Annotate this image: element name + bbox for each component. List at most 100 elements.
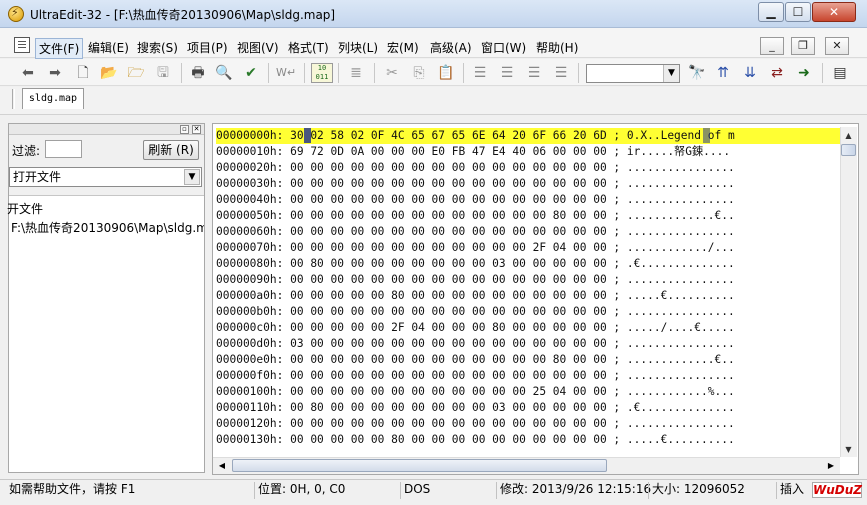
hex-row-bytes[interactable]: 00 00 00 00 00 00 00 00 00 00 00 00 00 0… [290,193,607,206]
vertical-scroll-thumb[interactable] [841,144,856,156]
horizontal-scroll-thumb[interactable] [232,459,607,472]
hex-row[interactable]: 00000060h: 00 00 00 00 00 00 00 00 00 00… [216,224,840,240]
hex-row-bytes[interactable]: 00 00 00 00 00 00 00 00 00 00 00 00 00 0… [290,225,607,238]
chevron-down-icon[interactable]: ▼ [663,65,679,82]
hex-row-ascii[interactable]: .€.............. [627,257,735,270]
refresh-button[interactable]: 刷新 (R) [143,140,199,160]
hex-row-bytes[interactable]: 03 00 00 00 00 00 00 00 00 00 00 00 00 0… [290,337,607,350]
list-icon[interactable]: ▤ [830,63,850,83]
hex-row-bytes[interactable]: 00 00 00 00 00 00 00 00 00 00 00 00 00 0… [290,305,607,318]
hex-row[interactable]: 00000100h: 00 00 00 00 00 00 00 00 00 00… [216,384,840,400]
back-icon[interactable]: ⬅ [18,63,38,83]
hex-row[interactable]: 00000110h: 00 80 00 00 00 00 00 00 00 00… [216,400,840,416]
print-icon[interactable]: 🖶 [188,63,208,83]
tab-bar-grip[interactable] [12,89,15,109]
mdi-restore-button[interactable]: ❐ [791,37,815,55]
hex-row-ascii[interactable]: ...../....€..... [627,321,735,334]
menu-view[interactable]: 视图(V) [234,38,282,57]
new-file-icon[interactable]: 🗋 [73,63,93,83]
scroll-up-icon[interactable]: ▲ [841,128,856,144]
chevron-down-icon[interactable]: ▼ [184,169,200,185]
menu-edit[interactable]: 编辑(E) [85,38,132,57]
forward-icon[interactable]: ➡ [45,63,65,83]
hex-row-ascii[interactable]: ................ [627,305,735,318]
pane-restore-icon[interactable]: ▫ [180,125,189,134]
find-next-down-icon[interactable]: ⇊ [740,63,760,83]
hex-row-bytes[interactable]: 00 00 00 00 00 2F 04 00 00 00 80 00 00 0… [290,321,607,334]
align-right-icon[interactable]: ☰ [524,63,544,83]
hex-row[interactable]: 00000080h: 00 80 00 00 00 00 00 00 00 00… [216,256,840,272]
hex-row-ascii[interactable]: ................ [627,273,735,286]
mdi-minimize-button[interactable]: _ [760,37,784,55]
find-icon[interactable]: 🔭 [687,63,707,83]
scroll-left-icon[interactable]: ◀ [214,458,230,473]
hex-row-ascii[interactable]: ................ [627,193,735,206]
menu-macro[interactable]: 宏(M) [384,38,422,57]
hex-row-bytes[interactable]: 00 00 00 00 00 80 00 00 00 00 00 00 00 0… [290,289,607,302]
find-combo-box[interactable]: ▼ [586,64,680,83]
word-wrap-icon[interactable]: W↵ [276,63,296,83]
hex-row-bytes[interactable]: 30 02 58 02 0F 4C 65 67 65 6E 64 20 6F 6… [290,129,607,142]
hex-row-bytes[interactable]: 00 00 00 00 00 00 00 00 00 00 00 00 00 0… [290,417,607,430]
hex-row-ascii[interactable]: .....€.......... [627,289,735,302]
vertical-scrollbar[interactable] [840,127,857,457]
hex-row-ascii[interactable]: ................ [627,369,735,382]
tab-sldg-map[interactable]: sldg.map [22,88,84,109]
pane-close-icon[interactable]: ✕ [192,125,201,134]
paste-icon[interactable]: 📋 [436,63,456,83]
hex-row-bytes[interactable]: 00 00 00 00 00 00 00 00 00 00 00 00 00 0… [290,161,607,174]
align-left-icon[interactable]: ☰ [470,63,490,83]
hex-row[interactable]: 00000030h: 00 00 00 00 00 00 00 00 00 00… [216,176,840,192]
print-preview-icon[interactable]: 🔍 [214,63,234,83]
menu-column[interactable]: 列块(L) [335,38,381,57]
hex-mode-icon[interactable]: 10 011 [311,63,333,83]
hex-row[interactable]: 00000010h: 69 72 0D 0A 00 00 00 E0 FB 47… [216,144,840,160]
maximize-button[interactable]: ☐ [785,2,811,22]
replace-icon[interactable]: ⇄ [767,63,787,83]
cut-icon[interactable]: ✂ [382,63,402,83]
justify-icon[interactable]: ☰ [551,63,571,83]
hex-row-bytes[interactable]: 00 80 00 00 00 00 00 00 00 00 03 00 00 0… [290,257,607,270]
open-folder-icon[interactable]: 📂 [99,63,119,83]
hex-row-bytes[interactable]: 00 00 00 00 00 00 00 00 00 00 00 00 00 8… [290,353,607,366]
tree-item-sldg-map[interactable]: F:\热血传奇20130906\Map\sldg.map [11,219,204,236]
menu-search[interactable]: 搜索(S) [134,38,181,57]
hex-row-ascii[interactable]: ................ [627,417,735,430]
hex-row-ascii[interactable]: ............%... [627,385,735,398]
hex-row-ascii[interactable]: ................ [627,161,735,174]
hex-row-bytes[interactable]: 00 80 00 00 00 00 00 00 00 00 03 00 00 0… [290,401,607,414]
hex-row[interactable]: 00000050h: 00 00 00 00 00 00 00 00 00 00… [216,208,840,224]
hex-row[interactable]: 000000d0h: 03 00 00 00 00 00 00 00 00 00… [216,336,840,352]
hex-row-ascii[interactable]: .....€.......... [627,433,735,446]
hex-row-bytes[interactable]: 00 00 00 00 00 00 00 00 00 00 00 00 25 0… [290,385,607,398]
open-file-icon[interactable]: 🗁 [126,63,146,83]
hex-row-bytes[interactable]: 69 72 0D 0A 00 00 00 E0 FB 47 E4 40 06 0… [290,145,607,158]
align-center-icon[interactable]: ☰ [497,63,517,83]
hex-row-ascii[interactable]: 0.X..Legend of m [627,129,735,142]
hex-row-bytes[interactable]: 00 00 00 00 00 00 00 00 00 00 00 00 00 0… [290,369,607,382]
hex-row[interactable]: 00000090h: 00 00 00 00 00 00 00 00 00 00… [216,272,840,288]
hex-row-bytes[interactable]: 00 00 00 00 00 00 00 00 00 00 00 00 00 0… [290,177,607,190]
hex-row[interactable]: 00000120h: 00 00 00 00 00 00 00 00 00 00… [216,416,840,432]
menu-file[interactable]: 文件(F) [35,38,84,59]
menu-window[interactable]: 窗口(W) [478,38,529,57]
scroll-down-icon[interactable]: ▼ [841,442,856,458]
close-button[interactable]: ✕ [812,2,856,22]
hex-row-ascii[interactable]: ................ [627,225,735,238]
hex-row[interactable]: 00000040h: 00 00 00 00 00 00 00 00 00 00… [216,192,840,208]
document-icon[interactable] [14,37,30,53]
scroll-right-icon[interactable]: ▶ [823,458,839,473]
hex-row-bytes[interactable]: 00 00 00 00 00 00 00 00 00 00 00 00 2F 0… [290,241,607,254]
goto-icon[interactable]: ➜ [794,63,814,83]
ultraedit-app-icon[interactable] [8,6,24,22]
hex-row[interactable]: 00000130h: 00 00 00 00 00 80 00 00 00 00… [216,432,840,448]
hex-row[interactable]: 00000070h: 00 00 00 00 00 00 00 00 00 00… [216,240,840,256]
menu-advanced[interactable]: 高级(A) [427,38,475,57]
hex-row-ascii[interactable]: .€.............. [627,401,735,414]
hex-row-ascii[interactable]: ir.....帑G鋉.... [627,145,730,158]
filter-input[interactable] [45,140,82,158]
hex-row-bytes[interactable]: 00 00 00 00 00 80 00 00 00 00 00 00 00 0… [290,433,607,446]
hex-row-ascii[interactable]: ................ [627,177,735,190]
hex-row-ascii[interactable]: .............€.. [627,353,735,366]
hex-row[interactable]: 000000f0h: 00 00 00 00 00 00 00 00 00 00… [216,368,840,384]
